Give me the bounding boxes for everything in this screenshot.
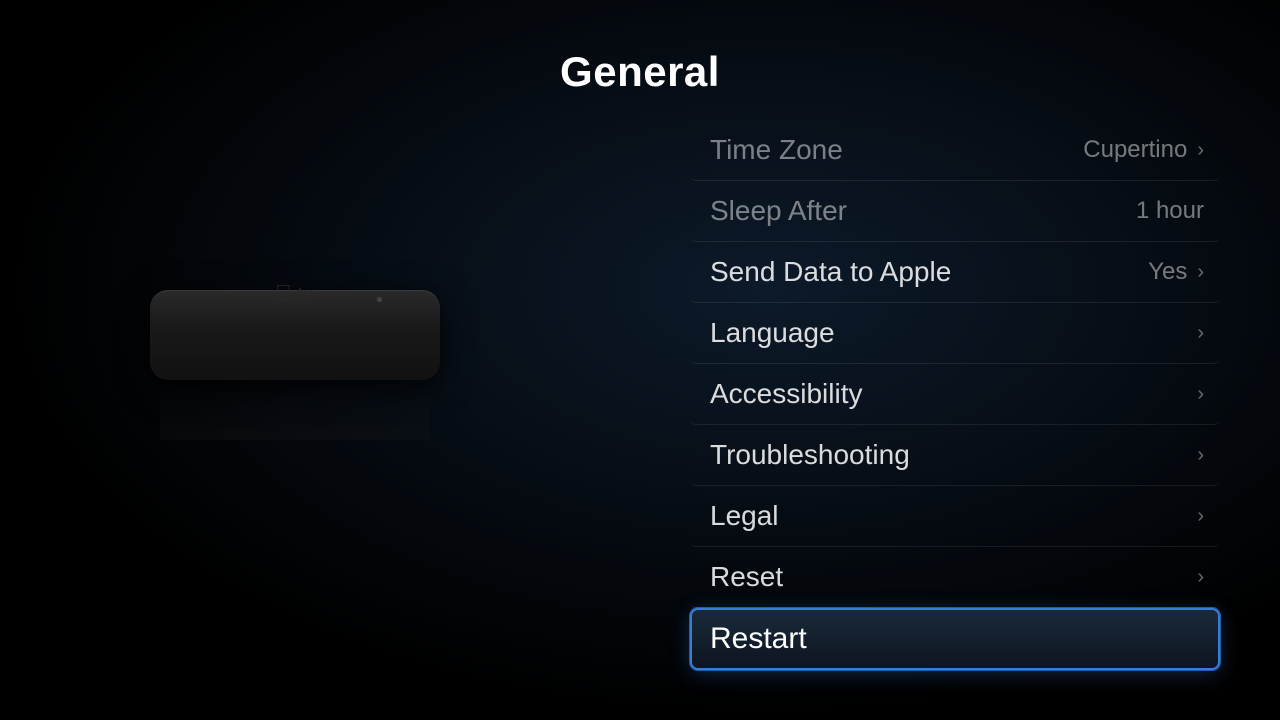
tv-label: tv [298,285,315,302]
menu-label-accessibility: Accessibility [710,378,862,410]
page-title: General [560,48,720,96]
menu-value-text-send-data: Yes [1148,258,1187,286]
chevron-icon-troubleshooting: › [1197,444,1204,467]
settings-menu: Time Zone Cupertino › Sleep After 1 hour Send… [690,120,1220,670]
device-body:  tv [150,290,440,380]
chevron-icon-time-zone: › [1197,139,1204,162]
menu-value-legal: › [1193,505,1204,528]
menu-item-sleep-after[interactable]: Sleep After 1 hour [690,181,1220,242]
menu-value-language: › [1193,322,1204,345]
device-indicator [377,297,382,302]
menu-value-time-zone: Cupertino › [1083,136,1204,164]
menu-item-language[interactable]: Language › [690,303,1220,364]
menu-item-send-data[interactable]: Send Data to Apple Yes › [690,242,1220,303]
menu-label-language: Language [710,317,835,349]
device-illustration:  tv [140,220,460,440]
menu-item-restart[interactable]: Restart [690,608,1220,670]
menu-label-restart: Restart [710,622,807,656]
device-reflection [160,385,430,440]
menu-value-sleep-after: 1 hour [1136,197,1204,225]
menu-item-time-zone[interactable]: Time Zone Cupertino › [690,120,1220,181]
apple-icon:  [275,280,292,306]
chevron-icon-reset: › [1197,566,1204,589]
menu-value-troubleshooting: › [1193,444,1204,467]
menu-item-legal[interactable]: Legal › [690,486,1220,547]
menu-value-text-time-zone: Cupertino [1083,136,1187,164]
menu-value-text-sleep-after: 1 hour [1136,197,1204,225]
menu-item-troubleshooting[interactable]: Troubleshooting › [690,425,1220,486]
menu-label-troubleshooting: Troubleshooting [710,439,910,471]
menu-label-reset: Reset [710,561,783,593]
menu-value-accessibility: › [1193,383,1204,406]
menu-value-send-data: Yes › [1148,258,1204,286]
chevron-icon-accessibility: › [1197,383,1204,406]
menu-label-send-data: Send Data to Apple [710,256,951,288]
menu-item-accessibility[interactable]: Accessibility › [690,364,1220,425]
menu-item-reset[interactable]: Reset › [690,547,1220,608]
chevron-icon-language: › [1197,322,1204,345]
device-logo:  tv [275,280,315,306]
menu-label-legal: Legal [710,500,779,532]
menu-label-time-zone: Time Zone [710,134,843,166]
menu-value-reset: › [1193,566,1204,589]
chevron-icon-legal: › [1197,505,1204,528]
menu-label-sleep-after: Sleep After [710,195,847,227]
chevron-icon-send-data: › [1197,261,1204,284]
